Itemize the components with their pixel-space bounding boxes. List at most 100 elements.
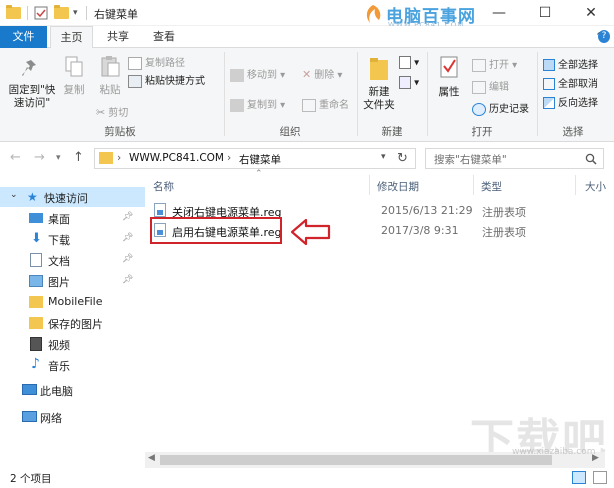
copy-path-icon — [128, 56, 142, 70]
pin-label: 固定到"快速访问" — [8, 84, 56, 109]
select-all-button[interactable]: 全部选择 — [543, 56, 598, 71]
copy-to-icon — [230, 98, 244, 112]
paste-button[interactable]: 粘贴 — [93, 54, 127, 97]
breadcrumb-current[interactable]: 右键菜单 — [239, 152, 281, 167]
sidebar-item-videos[interactable]: 视频 — [0, 334, 145, 354]
pin-to-quick-access-button[interactable]: 固定到"快速访问" — [4, 54, 60, 110]
column-header-date[interactable]: 修改日期 — [377, 179, 419, 194]
status-bar: 2 个项目 www.xiazaiba.com — [0, 447, 614, 488]
move-to-icon — [230, 68, 244, 82]
sidebar-item-mobilefile[interactable]: MobileFile — [0, 292, 145, 312]
open-group-label: 打开 — [471, 126, 493, 138]
tab-share[interactable]: 共享 — [98, 26, 138, 48]
sidebar-item-saved-pictures[interactable]: 保存的图片 — [0, 313, 145, 333]
folder-icon — [29, 296, 43, 308]
sidebar-item-desktop[interactable]: 桌面 📌︎ — [0, 208, 145, 228]
easy-access-button[interactable]: ▾ — [399, 76, 419, 89]
tab-view[interactable]: 查看 — [144, 26, 184, 48]
edit-button[interactable]: 编辑 — [472, 78, 509, 94]
computer-icon — [22, 384, 37, 395]
breadcrumb-root[interactable]: WWW.PC841.COM — [129, 152, 224, 164]
select-none-button[interactable]: 全部取消 — [543, 75, 598, 90]
folder-icon — [6, 5, 21, 21]
new-item-button[interactable]: ▾ — [399, 56, 419, 69]
copy-button[interactable]: 复制 — [58, 54, 90, 97]
column-header-size[interactable]: 大小 — [585, 179, 606, 194]
sidebar-item-downloads[interactable]: ⬇ 下载 📌︎ — [0, 229, 145, 249]
details-view-icon[interactable] — [572, 471, 586, 484]
sidebar-item-this-pc[interactable]: 此电脑 — [0, 380, 145, 400]
select-all-icon — [543, 59, 555, 71]
sidebar-item-network[interactable]: 网络 — [0, 407, 145, 427]
chevron-down-icon[interactable]: ⌄ — [10, 190, 18, 200]
address-bar[interactable]: › WWW.PC841.COM › 右键菜单 ▾ ↻ — [94, 148, 416, 169]
pin-icon[interactable]: 📌︎ — [122, 212, 133, 222]
sidebar-item-label: 网络 — [40, 412, 62, 425]
scroll-thumb[interactable] — [160, 455, 552, 465]
left-arrow-annotation-icon — [290, 218, 331, 246]
divider — [86, 6, 87, 20]
copy-to-label: 复制到 — [247, 100, 277, 111]
divider — [537, 52, 538, 136]
properties-quick-icon[interactable] — [34, 5, 48, 21]
organize-group-label: 组织 — [279, 126, 301, 138]
properties-button[interactable]: 属性 — [432, 54, 466, 99]
sidebar-item-documents[interactable]: 文档 📌︎ — [0, 250, 145, 270]
new-folder-button[interactable]: 新建 文件夹 — [359, 54, 399, 112]
document-icon — [30, 253, 42, 267]
column-header-type[interactable]: 类型 — [481, 179, 502, 194]
delete-icon: ✕ — [302, 68, 312, 81]
copy-to-button[interactable]: 复制到 ▾ — [230, 96, 285, 112]
network-icon — [22, 411, 37, 422]
new-group-label: 新建 — [381, 126, 403, 138]
up-arrow-icon[interactable]: ↑ — [73, 150, 84, 165]
search-box[interactable]: 搜索"右键菜单" — [425, 148, 604, 169]
desktop-icon — [29, 213, 43, 223]
help-icon[interactable]: ? — [598, 30, 610, 43]
close-button[interactable]: ✕ — [568, 0, 614, 26]
highlight-box — [150, 217, 282, 244]
recent-locations-chevron-icon[interactable]: ▾ — [56, 153, 61, 163]
open-button[interactable]: 打开 ▾ — [472, 56, 517, 72]
customize-quick-access-icon[interactable]: ▾ — [73, 5, 78, 21]
rename-button[interactable]: 重命名 — [302, 96, 349, 112]
search-icon — [585, 153, 597, 165]
pin-icon[interactable]: 📌︎ — [122, 254, 133, 264]
scroll-left-icon[interactable]: ◀ — [148, 453, 155, 463]
invert-selection-label: 反向选择 — [558, 98, 598, 109]
invert-selection-button[interactable]: 反向选择 — [543, 94, 598, 109]
history-icon — [472, 102, 486, 116]
sidebar-item-quick-access[interactable]: ⌄ ★ 快速访问 — [0, 187, 145, 207]
tab-file[interactable]: 文件 — [0, 26, 47, 48]
paste-shortcut-label: 粘贴快捷方式 — [145, 76, 205, 87]
address-history-chevron-icon[interactable]: ▾ — [381, 152, 386, 162]
divider — [224, 52, 225, 136]
paste-shortcut-button[interactable]: 粘贴快捷方式 — [128, 72, 205, 88]
maximize-button[interactable]: ☐ — [522, 0, 568, 26]
refresh-icon[interactable]: ↻ — [397, 151, 408, 166]
pin-icon[interactable]: 📌︎ — [122, 275, 133, 285]
window-title: 右键菜单 — [94, 8, 138, 21]
column-header-name[interactable]: 名称 — [153, 179, 174, 194]
file-date: 2015/6/13 21:29 — [381, 204, 473, 217]
pin-icon[interactable]: 📌︎ — [122, 233, 133, 243]
delete-button[interactable]: ✕ 删除 ▾ — [302, 66, 342, 81]
minimize-button[interactable]: — — [476, 0, 522, 26]
copy-path-button[interactable]: 复制路径 — [128, 54, 185, 70]
divider — [427, 52, 428, 136]
history-button[interactable]: 历史记录 — [472, 100, 529, 116]
new-folder-label: 新建 文件夹 — [363, 86, 395, 111]
forward-arrow-icon[interactable]: → — [34, 150, 45, 165]
sidebar-item-label: MobileFile — [48, 295, 103, 308]
cut-button[interactable]: ✂ 剪切 — [96, 104, 128, 119]
sidebar-item-label: 音乐 — [48, 360, 70, 373]
folder-icon — [29, 317, 43, 329]
back-arrow-icon[interactable]: ← — [10, 150, 21, 165]
move-to-button[interactable]: 移动到 ▾ — [230, 66, 285, 82]
large-icons-view-icon[interactable] — [593, 471, 608, 484]
tab-home[interactable]: 主页 — [50, 26, 93, 49]
new-folder-quick-icon[interactable] — [54, 5, 69, 21]
sidebar-item-pictures[interactable]: 图片 📌︎ — [0, 271, 145, 291]
sidebar-item-music[interactable]: ♪ 音乐 — [0, 355, 145, 375]
star-icon: ★ — [27, 190, 38, 204]
